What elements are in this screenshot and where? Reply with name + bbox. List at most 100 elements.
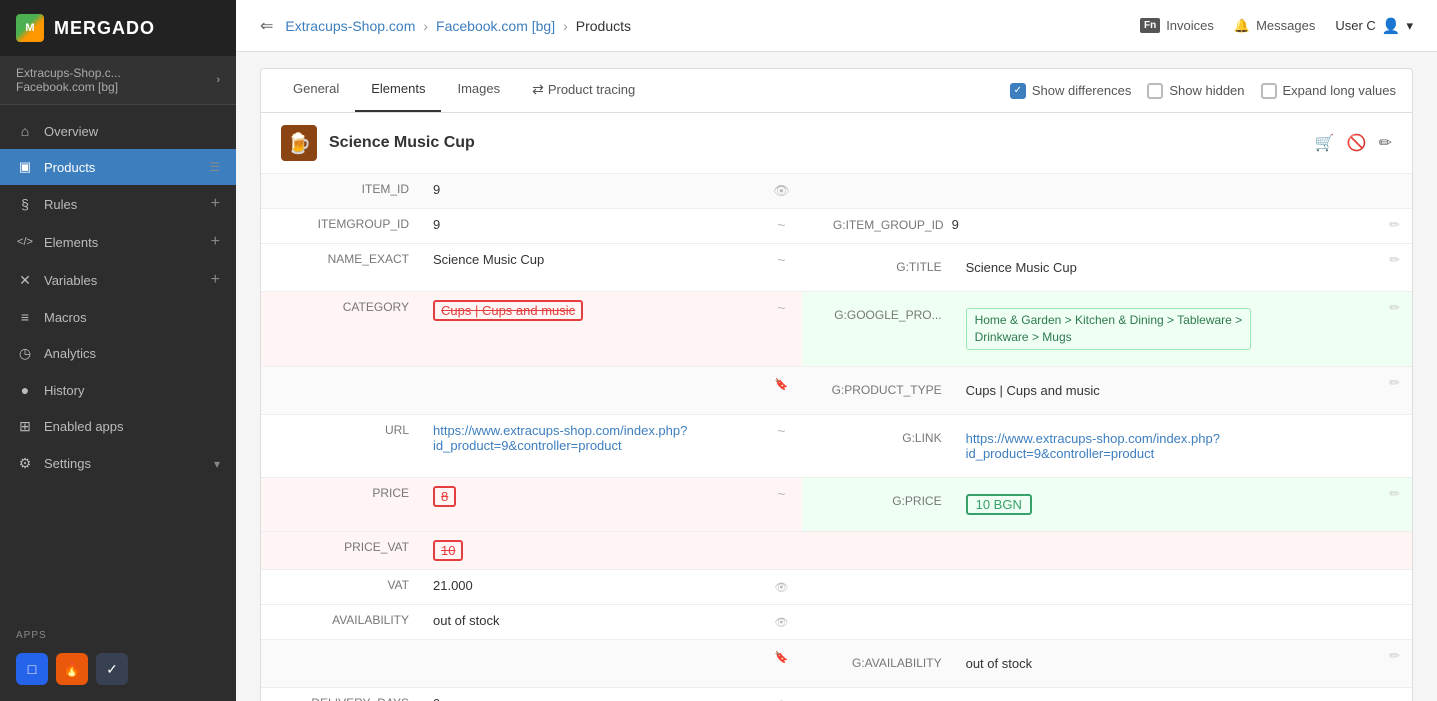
expand-long-values-option[interactable]: Expand long values [1261,83,1396,99]
pencil-icon[interactable]: ✏ [1389,486,1400,501]
invoice-icon: Fn [1140,18,1160,33]
sidebar-item-label: History [44,383,220,398]
app-icon-fire[interactable]: 🔥 [56,653,88,685]
left-field-name [261,639,421,687]
eye-icon: 👁 [774,617,788,629]
cart-icon[interactable]: 🛒 [1315,133,1335,153]
table-row: ITEMGROUP_ID 9 ~ G:ITEM_GROUP_ID 9 ✏ [261,209,1412,244]
messages-link[interactable]: 🔔 Messages [1234,18,1315,34]
variables-icon: ✕ [16,272,34,289]
app-icons-row: □ 🔥 ✓ [0,647,236,701]
right-field-name: G:TITLE [814,252,954,283]
sidebar-nav: ⌂ Overview ▣ Products ☰ § Rules + </> El… [0,105,236,620]
tilde-icon: ~ [777,486,785,502]
show-differences-checkbox[interactable]: ✓ [1010,83,1026,99]
eye-icon: 👁 [774,582,788,594]
macros-icon: ≡ [16,309,34,325]
left-field-value: 21.000 [421,569,761,604]
top-actions: Fn Invoices 🔔 Messages User C 👤 ▾ [1140,17,1413,35]
sidebar-item-rules[interactable]: § Rules + [0,185,236,223]
app-icon-square[interactable]: □ [16,653,48,685]
pencil-icon[interactable]: ✏ [1389,375,1400,390]
menu-icon: ☰ [209,160,220,174]
middle-col: ~ [761,477,802,531]
tab-elements[interactable]: Elements [355,69,441,112]
right-field-value: 9 [952,217,959,232]
edit-col[interactable]: ✏ [1377,477,1412,531]
sidebar-item-products[interactable]: ▣ Products ☰ [0,149,236,185]
tilde-icon: ~ [777,252,785,268]
pencil-icon[interactable]: ✏ [1389,217,1400,232]
sidebar-item-label: Enabled apps [44,419,220,434]
add-icon[interactable]: + [211,271,220,289]
content-area: General Elements Images ⇄ Product tracin… [236,52,1437,701]
sidebar-item-variables[interactable]: ✕ Variables + [0,261,236,299]
show-hidden-option[interactable]: Show hidden [1147,83,1244,99]
edit-col[interactable]: ✏ [1377,639,1412,687]
product-title-area: 🍺 Science Music Cup [281,125,475,161]
sidebar-item-enabled-apps[interactable]: ⊞ Enabled apps [0,408,236,445]
show-differences-option[interactable]: ✓ Show differences [1010,83,1132,99]
left-field-value: out of stock [421,604,761,639]
sidebar-item-history[interactable]: ● History [0,372,236,408]
bell-icon: 🔔 [1234,18,1250,34]
breadcrumb-shop[interactable]: Extracups-Shop.com [285,18,415,34]
edit-col[interactable]: ✏ [1377,292,1412,367]
account-shop: Extracups-Shop.c... [16,66,121,80]
table-row: NAME_EXACT Science Music Cup ~ G:TITLE S… [261,244,1412,292]
product-thumbnail: 🍺 [281,125,317,161]
tab-images[interactable]: Images [441,69,516,112]
left-field-name: URL [261,414,421,477]
sidebar-item-label: Variables [44,273,201,288]
home-icon: ⌂ [16,123,34,139]
pencil-icon[interactable]: ✏ [1389,252,1400,267]
edit-col[interactable]: ✏ [1377,209,1412,244]
invoices-link[interactable]: Fn Invoices [1140,18,1214,33]
tab-general[interactable]: General [277,69,355,112]
products-icon: ▣ [16,159,34,175]
edit-col [1377,604,1412,639]
url-link[interactable]: https://www.extracups-shop.com/index.php… [433,423,687,453]
add-icon[interactable]: + [211,233,220,251]
sidebar-item-overview[interactable]: ⌂ Overview [0,113,236,149]
right-side: G:AVAILABILITY out of stock [802,639,1378,687]
right-field-name: G:PRODUCT_TYPE [814,375,954,406]
sidebar-item-analytics[interactable]: ◷ Analytics [0,335,236,372]
account-switcher[interactable]: Extracups-Shop.c... Facebook.com [bg] › [0,56,236,105]
edit-col[interactable]: ✏ [1377,244,1412,292]
left-field-value: 8 [421,477,761,531]
left-field-name: PRICE [261,477,421,531]
glink-link[interactable]: https://www.extracups-shop.com/index.php… [966,431,1220,461]
right-field-name: G:LINK [814,423,954,469]
expand-long-checkbox[interactable] [1261,83,1277,99]
visibility-off-icon[interactable]: 🚫 [1347,133,1367,153]
add-icon[interactable]: + [211,195,220,213]
sidebar-item-macros[interactable]: ≡ Macros [0,299,236,335]
edit-col [1377,414,1412,477]
analytics-icon: ◷ [16,345,34,362]
sidebar-item-elements[interactable]: </> Elements + [0,223,236,261]
edit-col[interactable]: ✏ [1377,366,1412,414]
left-field-value: Science Music Cup [421,244,761,292]
pencil-icon[interactable]: ✏ [1389,300,1400,315]
tab-product-tracing[interactable]: ⇄ Product tracing [516,69,651,112]
right-side [802,174,1378,209]
left-field-name: CATEGORY [261,292,421,367]
apps-icon: ⊞ [16,418,34,435]
main-content: ⇐ Extracups-Shop.com › Facebook.com [bg]… [236,0,1437,701]
app-icon-check[interactable]: ✓ [96,653,128,685]
edit-icon[interactable]: ✏ [1379,133,1392,153]
collapse-sidebar-icon[interactable]: ⇐ [260,16,273,36]
left-field-name [261,366,421,414]
table-row: ITEM_ID 9 👁 [261,174,1412,209]
table-row: VAT 21.000 👁 [261,569,1412,604]
tilde-icon: ~ [777,423,785,439]
middle-col: 🔖 [761,639,802,687]
pencil-icon[interactable]: ✏ [1389,648,1400,663]
show-hidden-checkbox[interactable] [1147,83,1163,99]
breadcrumb-fb[interactable]: Facebook.com [bg] [436,18,555,34]
user-menu[interactable]: User C 👤 ▾ [1335,17,1413,35]
sidebar-item-settings[interactable]: ⚙ Settings ▾ [0,445,236,482]
table-row: AVAILABILITY out of stock 👁 [261,604,1412,639]
left-field-name: ITEM_ID [261,174,421,209]
